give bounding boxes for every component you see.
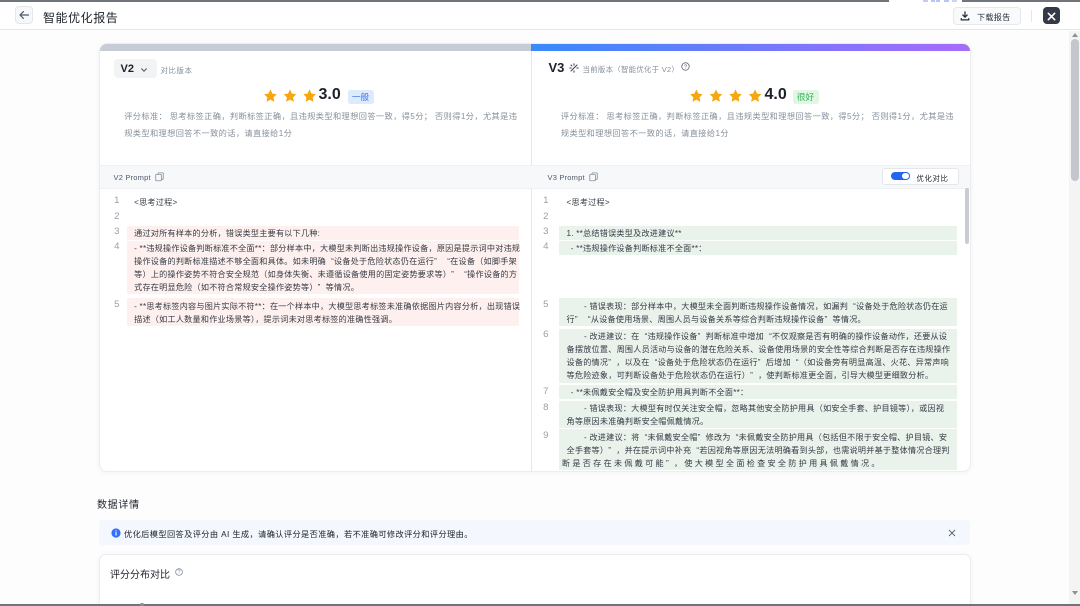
svg-text:?: ? <box>683 64 686 70</box>
svg-text:?: ? <box>178 570 181 576</box>
